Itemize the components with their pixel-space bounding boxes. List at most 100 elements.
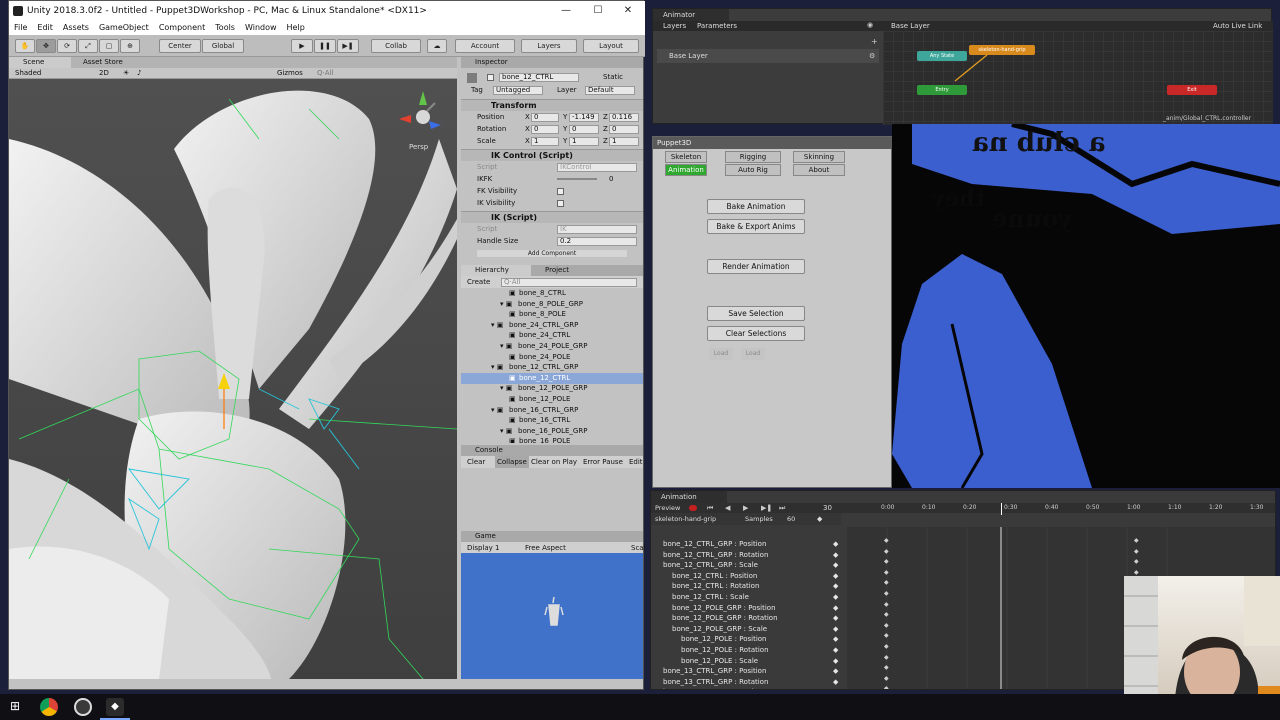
rotation-z-field[interactable]: 0 bbox=[609, 125, 639, 134]
animated-property-row[interactable]: bone_12_CTRL_GRP : Rotation ◆ bbox=[659, 550, 849, 561]
position-y-field[interactable]: -1.149 bbox=[569, 113, 599, 122]
editor-button[interactable]: Edit bbox=[629, 456, 643, 468]
menu-gameobject[interactable]: GameObject bbox=[94, 21, 154, 35]
game-tab[interactable]: Game bbox=[461, 531, 643, 542]
ik-visibility-checkbox[interactable] bbox=[557, 200, 564, 207]
expand-arrow-icon[interactable]: ▾ ▣ bbox=[491, 362, 503, 373]
scale-y-field[interactable]: 1 bbox=[569, 137, 599, 146]
add-component-button[interactable]: Add Component bbox=[477, 250, 627, 257]
error-pause-button[interactable]: Error Pause bbox=[583, 456, 623, 468]
expand-arrow-icon[interactable]: ▾ ▣ bbox=[500, 426, 512, 437]
animator-tab[interactable]: Animator bbox=[653, 9, 729, 21]
animated-property-row[interactable]: bone_13_CTRL_GRP : Position ◆ bbox=[659, 666, 849, 677]
breadcrumb-base-layer[interactable]: Base Layer bbox=[891, 21, 930, 31]
space-global-button[interactable]: Global bbox=[202, 39, 244, 53]
add-keyframe-icon[interactable]: ◆ bbox=[817, 513, 822, 525]
expand-arrow-icon[interactable]: ▾ ▣ bbox=[500, 299, 512, 310]
preview-button[interactable]: Preview bbox=[655, 503, 680, 513]
chrome-icon[interactable] bbox=[40, 698, 58, 716]
keyframe[interactable]: ◆ bbox=[884, 611, 889, 618]
add-layer-button[interactable]: + bbox=[871, 37, 878, 46]
lighting-icon[interactable]: ☀ bbox=[123, 68, 129, 79]
animated-property-row[interactable]: bone_12_POLE_GRP : Rotation ◆ bbox=[659, 613, 849, 624]
keyframe[interactable]: ◆ bbox=[1134, 558, 1139, 565]
expand-arrow-icon[interactable]: ▾ ▣ bbox=[500, 341, 512, 352]
tab-parameters[interactable]: Parameters bbox=[697, 21, 737, 31]
keyframe[interactable]: ◆ bbox=[884, 590, 889, 597]
maximize-button[interactable]: ☐ bbox=[583, 1, 613, 21]
hierarchy-item[interactable]: ▣ bone_8_POLE bbox=[461, 309, 643, 320]
key-diamond-icon[interactable]: ◆ bbox=[833, 539, 838, 549]
key-diamond-icon[interactable]: ◆ bbox=[833, 613, 838, 623]
key-diamond-icon[interactable]: ◆ bbox=[833, 581, 838, 591]
inspector-tab[interactable]: Inspector bbox=[461, 57, 643, 68]
clear-selections-button[interactable]: Clear Selections bbox=[707, 326, 805, 341]
keyframe[interactable]: ◆ bbox=[884, 548, 889, 555]
step-button[interactable]: ▶❚ bbox=[337, 39, 359, 53]
static-toggle[interactable]: Static bbox=[603, 71, 623, 83]
expand-arrow-icon[interactable]: ▾ ▣ bbox=[491, 320, 503, 331]
persp-label[interactable]: Persp bbox=[409, 143, 428, 151]
key-diamond-icon[interactable]: ◆ bbox=[833, 656, 838, 666]
hand-tool-icon[interactable]: ✋ bbox=[15, 39, 35, 53]
timeline-ruler[interactable]: 0:00 0:10 0:20 0:30 0:40 0:50 1:00 1:10 1:20 1:30 bbox=[847, 503, 1275, 515]
layer-item[interactable]: Base Layer ⚙ bbox=[657, 49, 879, 63]
key-diamond-icon[interactable]: ◆ bbox=[833, 624, 838, 634]
layer-dropdown[interactable]: Default bbox=[585, 86, 635, 95]
keyframe[interactable]: ◆ bbox=[884, 601, 889, 608]
clear-on-play-button[interactable]: Clear on Play bbox=[531, 456, 577, 468]
pivot-center-button[interactable]: Center bbox=[159, 39, 201, 53]
ik-script-header[interactable]: IK (Script) bbox=[461, 211, 643, 223]
keyframe[interactable]: ◆ bbox=[884, 579, 889, 586]
tag-dropdown[interactable]: Untagged bbox=[493, 86, 543, 95]
expand-arrow-icon[interactable]: ▾ ▣ bbox=[491, 405, 503, 416]
ikfk-slider[interactable] bbox=[557, 178, 597, 180]
tab-auto-rig[interactable]: Auto Rig bbox=[725, 164, 781, 176]
unity-hub-icon[interactable] bbox=[74, 698, 92, 716]
hierarchy-item[interactable]: ▣ bone_12_POLE bbox=[461, 394, 643, 405]
scale-x-field[interactable]: 1 bbox=[531, 137, 559, 146]
shading-dropdown[interactable]: Shaded bbox=[15, 68, 41, 79]
console-tab[interactable]: Console bbox=[461, 445, 643, 456]
hierarchy-item[interactable]: ▣ bone_24_CTRL bbox=[461, 330, 643, 341]
animated-property-row[interactable]: bone_12_POLE : Scale ◆ bbox=[659, 656, 849, 667]
samples-field[interactable]: 60 bbox=[787, 513, 795, 525]
keyframe[interactable]: ◆ bbox=[1134, 569, 1139, 576]
audio-icon[interactable]: ♪ bbox=[137, 68, 141, 79]
hierarchy-item[interactable]: ▾ ▣ bone_16_POLE_GRP bbox=[461, 426, 643, 437]
key-diamond-icon[interactable]: ◆ bbox=[833, 666, 838, 676]
animated-property-row[interactable]: bone_12_CTRL : Rotation ◆ bbox=[659, 581, 849, 592]
position-x-field[interactable]: 0 bbox=[531, 113, 559, 122]
last-frame-button[interactable]: ⏭ bbox=[779, 503, 785, 513]
key-diamond-icon[interactable]: ◆ bbox=[833, 634, 838, 644]
animated-property-row[interactable]: bone_12_POLE_GRP : Position ◆ bbox=[659, 603, 849, 614]
keyframe[interactable]: ◆ bbox=[884, 569, 889, 576]
hierarchy-item[interactable]: ▾ ▣ bone_8_POLE_GRP bbox=[461, 299, 643, 310]
rect-tool-icon[interactable]: ▢ bbox=[99, 39, 119, 53]
minimize-button[interactable]: — bbox=[551, 1, 581, 21]
hierarchy-item[interactable]: ▾ ▣ bone_12_POLE_GRP bbox=[461, 383, 643, 394]
animation-tab[interactable]: Animation bbox=[651, 491, 727, 503]
state-machine-graph[interactable]: Any State skeleton-hand-grip Entry Exit … bbox=[883, 31, 1273, 125]
key-diamond-icon[interactable]: ◆ bbox=[833, 645, 838, 655]
ik-control-header[interactable]: IK Control (Script) bbox=[461, 149, 643, 161]
animated-property-row[interactable]: bone_12_POLE_GRP : Scale ◆ bbox=[659, 624, 849, 635]
animated-property-row[interactable]: bone_13_CTRL_GRP : Scale ◆ bbox=[659, 687, 849, 689]
tab-animation[interactable]: Animation bbox=[665, 164, 707, 176]
scene-viewport[interactable]: Persp bbox=[9, 79, 457, 679]
tab-about[interactable]: About bbox=[793, 164, 845, 176]
tab-rigging[interactable]: Rigging bbox=[725, 151, 781, 163]
playhead[interactable] bbox=[1001, 503, 1002, 515]
transform-header[interactable]: Transform bbox=[461, 99, 643, 111]
pause-button[interactable]: ❚❚ bbox=[314, 39, 336, 53]
orientation-gizmo[interactable] bbox=[397, 87, 447, 137]
rotate-tool-icon[interactable]: ⟳ bbox=[57, 39, 77, 53]
menu-file[interactable]: File bbox=[9, 21, 32, 35]
key-diamond-icon[interactable]: ◆ bbox=[833, 550, 838, 560]
menu-help[interactable]: Help bbox=[282, 21, 310, 35]
play-button[interactable]: ▶ bbox=[291, 39, 313, 53]
prev-frame-button[interactable]: ◀ bbox=[725, 503, 730, 513]
auto-live-link-button[interactable]: Auto Live Link bbox=[1213, 21, 1262, 31]
keyframe[interactable]: ◆ bbox=[884, 537, 889, 544]
animated-property-row[interactable]: bone_12_CTRL : Position ◆ bbox=[659, 571, 849, 582]
